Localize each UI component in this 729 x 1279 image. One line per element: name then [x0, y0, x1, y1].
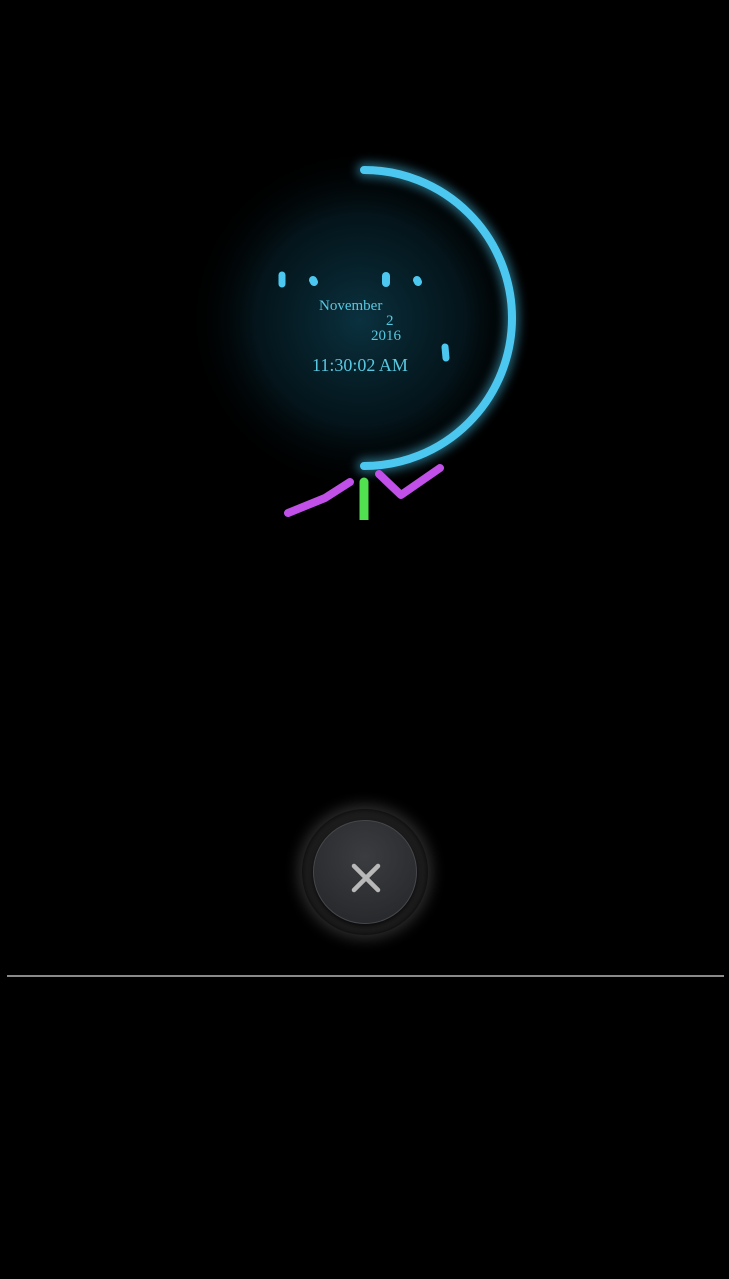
divider — [7, 975, 724, 977]
clock-face — [185, 148, 535, 520]
clock-widget[interactable]: November 2 2016 11:30:02 AM — [180, 148, 540, 520]
clock-month: November — [319, 298, 383, 314]
close-icon — [351, 863, 381, 893]
hour-marker — [441, 343, 450, 362]
clock-day: 2 — [386, 313, 394, 329]
close-button[interactable] — [313, 820, 417, 924]
clock-glow — [185, 148, 535, 495]
clock-time: 11:30:02 AM — [312, 355, 408, 375]
hour-marker — [309, 276, 318, 286]
hour-marker — [413, 276, 422, 286]
clock-year: 2016 — [371, 328, 401, 344]
